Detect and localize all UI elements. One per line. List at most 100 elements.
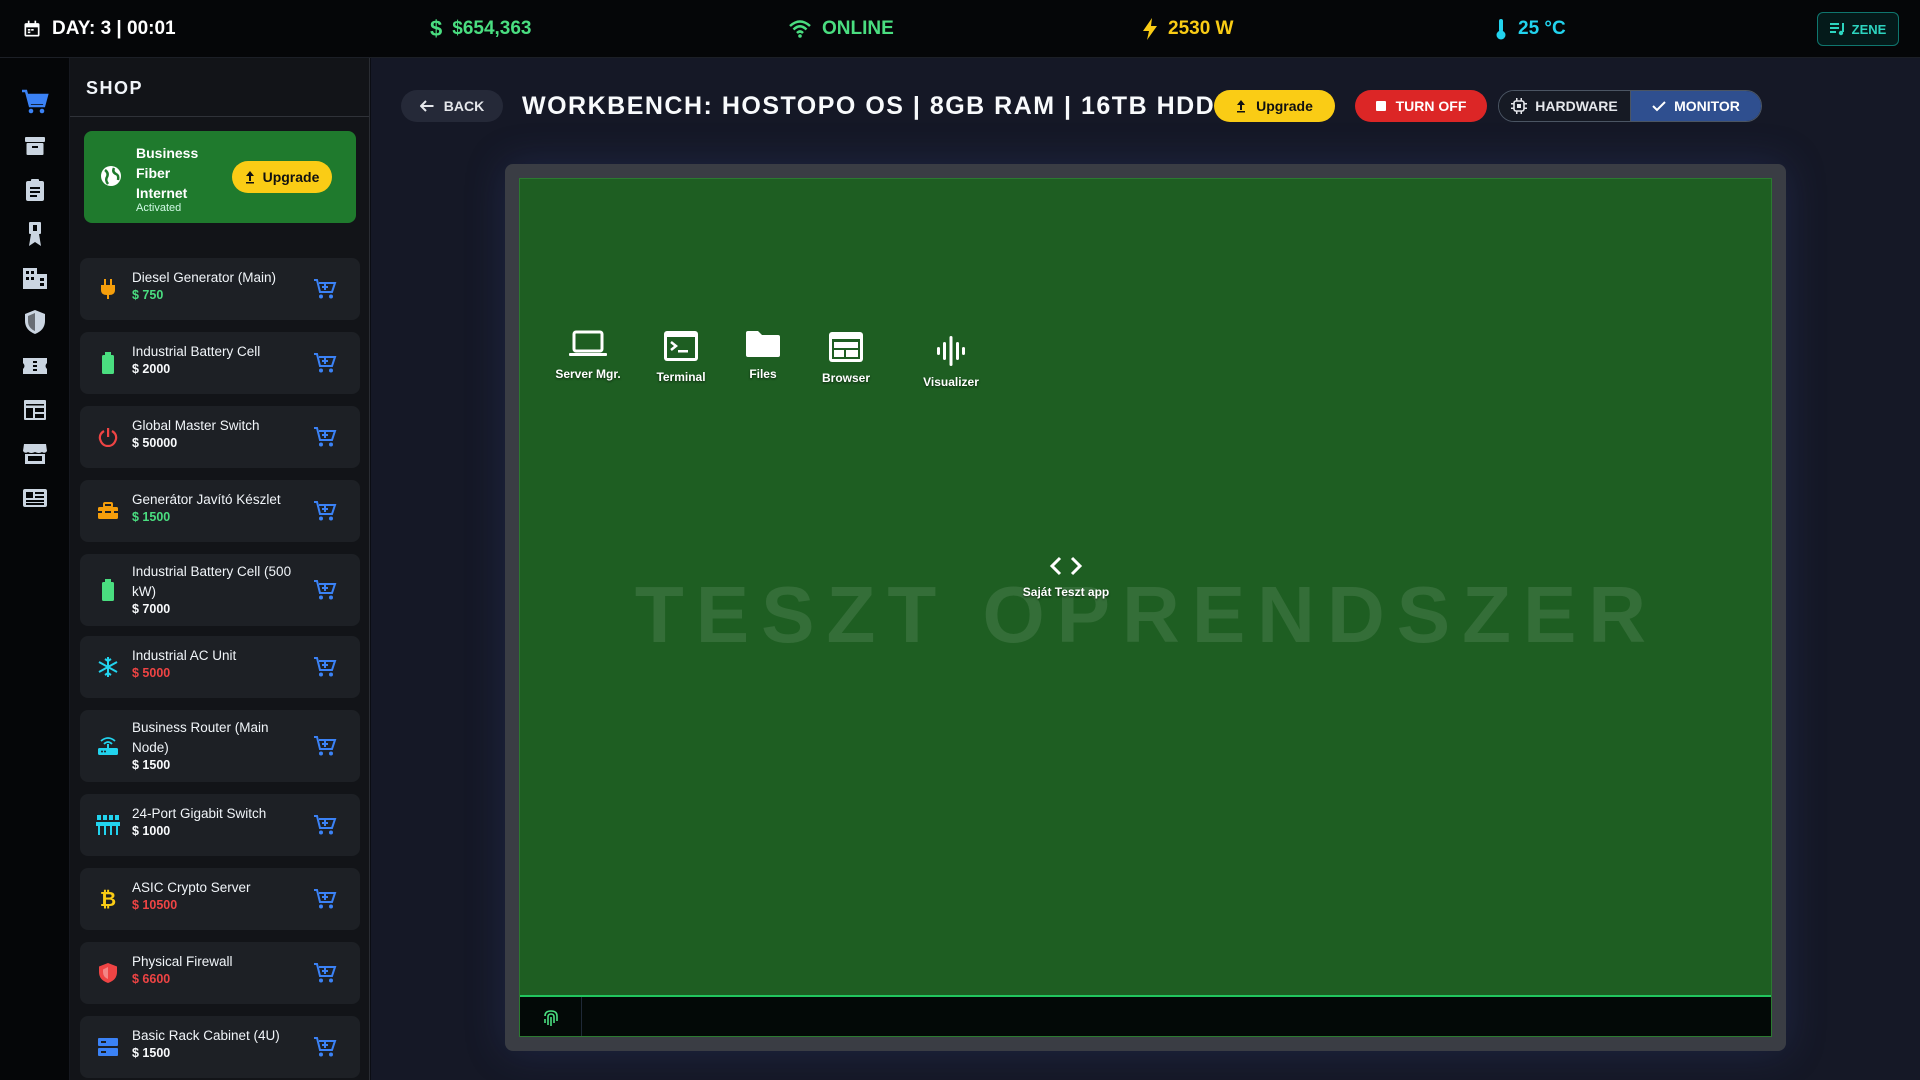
os-desktop[interactable]: TESZT OPRENDSZER Server Mgr. Terminal Fi… (519, 178, 1772, 1037)
desktop-icon-label: Saját Teszt app (1022, 585, 1110, 599)
stop-icon (1375, 101, 1386, 111)
snowflake-icon (96, 655, 120, 679)
desktop-icon-label: Visualizer (923, 375, 979, 389)
shop-item-price: $ 10500 (132, 898, 178, 912)
store-icon[interactable] (21, 440, 49, 468)
laptop-icon (569, 330, 607, 356)
shop-item[interactable]: Industrial Battery Cell (500 kW) $ 7000 (80, 554, 360, 626)
add-to-cart-icon[interactable] (312, 654, 338, 680)
add-to-cart-icon[interactable] (312, 886, 338, 912)
plug-icon (96, 277, 120, 301)
shop-item[interactable]: Business Router (Main Node) $ 1500 (80, 710, 360, 782)
shop-item-price: $ 7000 (132, 602, 171, 616)
desktop-icon-browser[interactable]: Browser (801, 331, 891, 385)
fiber-upgrade-button[interactable]: Upgrade (232, 161, 332, 193)
clipboard-icon[interactable] (21, 176, 49, 204)
shop-item[interactable]: 24-Port Gigabit Switch $ 1000 (80, 794, 360, 856)
ticket-icon[interactable] (21, 352, 49, 380)
shop-cart-icon[interactable] (21, 88, 49, 116)
router-icon (96, 734, 120, 758)
desktop-watermark: TESZT OPRENDSZER (634, 570, 1659, 659)
thermometer-icon (1496, 19, 1506, 40)
money-display: $ $654,363 (430, 16, 532, 41)
desktop-icon-label: Files (749, 367, 777, 381)
upgrade-arrow-icon (1237, 100, 1246, 113)
monitor-tab[interactable]: MONITOR (1630, 91, 1761, 121)
desktop-icon-terminal[interactable]: Terminal (636, 330, 726, 384)
shop-title: SHOP (86, 78, 144, 98)
news-icon[interactable] (21, 484, 49, 512)
security-shield-icon[interactable] (21, 308, 49, 336)
battery-icon (96, 578, 120, 602)
add-to-cart-icon[interactable] (312, 812, 338, 838)
waveform-icon (937, 336, 965, 366)
add-to-cart-icon[interactable] (312, 733, 338, 759)
desktop-icon-files[interactable]: Files (718, 329, 808, 381)
calendar-icon (24, 20, 40, 37)
add-to-cart-icon[interactable] (312, 960, 338, 986)
shop-item-name: Business Router (Main Node) (132, 720, 269, 755)
power-icon (96, 425, 120, 449)
desktop-icon-server-mgr[interactable]: Server Mgr. (543, 329, 633, 381)
music-queue-icon (1829, 23, 1844, 36)
dollar-icon: $ (430, 16, 443, 41)
shop-item[interactable]: Physical Firewall $ 6600 (80, 942, 360, 1004)
shop-item-price: $ 1000 (132, 824, 171, 838)
add-to-cart-icon[interactable] (312, 577, 338, 603)
back-button[interactable]: BACK (401, 90, 503, 122)
network-switch-icon (96, 813, 120, 837)
checkmark-icon (1652, 101, 1666, 112)
workbench-upgrade-button[interactable]: Upgrade (1214, 90, 1335, 122)
shop-item[interactable]: Diesel Generator (Main) $ 750 (80, 258, 360, 320)
shop-item-price: $ 2000 (132, 362, 171, 376)
browser-icon (829, 332, 863, 362)
top-status-bar: DAY: 3 | 00:01 $ $654,363 ONLINE 2530 W … (0, 0, 1920, 58)
monitor-frame: TESZT OPRENDSZER Server Mgr. Terminal Fi… (505, 164, 1786, 1051)
turn-off-button[interactable]: TURN OFF (1355, 90, 1487, 122)
start-button[interactable] (520, 997, 582, 1036)
shop-item[interactable]: Basic Rack Cabinet (4U) $ 1500 (80, 1016, 360, 1078)
dashboard-table-icon[interactable] (21, 396, 49, 424)
workbench-upgrade-label: Upgrade (1256, 98, 1313, 114)
fiber-name: Business Fiber Internet (136, 145, 199, 201)
arrow-left-icon (419, 100, 434, 112)
day-clock: DAY: 3 | 00:01 (22, 17, 176, 41)
upgrade-arrow-icon (245, 171, 254, 184)
rack-icon (96, 1035, 120, 1059)
shop-item-price: $ 6600 (132, 972, 171, 986)
terminal-icon (664, 331, 698, 361)
add-to-cart-icon[interactable] (312, 1034, 338, 1060)
shop-item-name: Diesel Generator (Main) (132, 270, 277, 285)
workbench-area: BACK WORKBENCH: HOSTOPO OS | 8GB RAM | 1… (371, 58, 1920, 1080)
code-icon (1049, 556, 1083, 576)
add-to-cart-icon[interactable] (312, 350, 338, 376)
shop-item[interactable]: Industrial AC Unit $ 5000 (80, 636, 360, 698)
nav-rail (0, 58, 70, 1080)
archive-icon[interactable] (21, 132, 49, 160)
shop-item-name: 24-Port Gigabit Switch (132, 806, 267, 821)
shop-item[interactable]: Industrial Battery Cell $ 2000 (80, 332, 360, 394)
money-value: $654,363 (452, 18, 532, 39)
desktop-icon-visualizer[interactable]: Visualizer (906, 335, 996, 389)
battery-icon (96, 351, 120, 375)
music-button[interactable]: ZENE (1817, 12, 1899, 46)
shop-item-price: $ 1500 (132, 1046, 171, 1060)
desktop-icon-test-app[interactable]: Saját Teszt app (1021, 555, 1111, 599)
power-usage: 2530 W (1142, 17, 1233, 41)
shop-item-name: ASIC Crypto Server (132, 880, 251, 895)
shop-item[interactable]: Generátor Javító Készlet $ 1500 (80, 480, 360, 542)
shop-item[interactable]: Global Master Switch $ 50000 (80, 406, 360, 468)
shop-item-name: Basic Rack Cabinet (4U) (132, 1028, 280, 1043)
building-icon[interactable] (21, 264, 49, 292)
desktop-icon-label: Terminal (656, 370, 706, 384)
add-to-cart-icon[interactable] (312, 276, 338, 302)
shop-item[interactable]: ₿ ASIC Crypto Server $ 10500 (80, 868, 360, 930)
add-to-cart-icon[interactable] (312, 498, 338, 524)
shop-item-name: Generátor Javító Készlet (132, 492, 281, 507)
award-icon[interactable] (21, 220, 49, 248)
add-to-cart-icon[interactable] (312, 424, 338, 450)
turn-off-label: TURN OFF (1395, 98, 1467, 114)
desktop-icon-label: Server Mgr. (555, 367, 621, 381)
hardware-tab[interactable]: HARDWARE (1499, 91, 1630, 121)
shop-item-price: $ 50000 (132, 436, 178, 450)
